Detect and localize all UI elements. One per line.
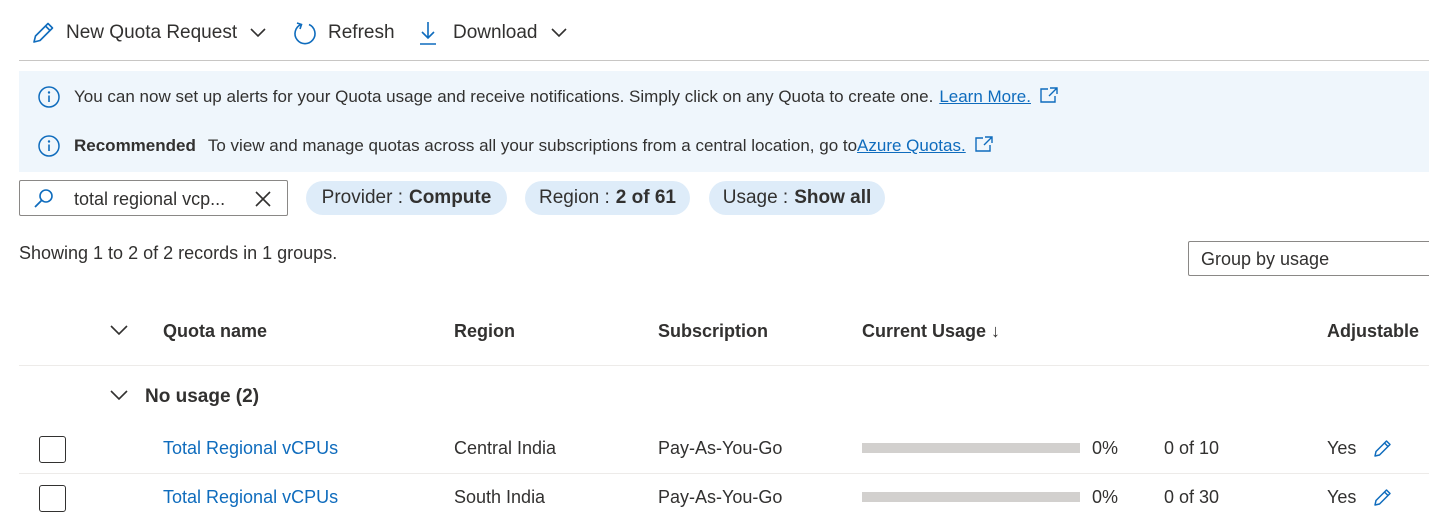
provider-filter-pill[interactable]: Provider : Compute bbox=[306, 181, 507, 215]
provider-filter-label: Provider : bbox=[321, 187, 403, 208]
quota-name-link[interactable]: Total Regional vCPUs bbox=[163, 438, 338, 459]
usage-count: 0 of 30 bbox=[1164, 487, 1220, 507]
alerts-message: You can now set up alerts for your Quota… bbox=[37, 85, 1059, 109]
download-icon bbox=[418, 20, 438, 46]
header-region[interactable]: Region bbox=[454, 321, 515, 342]
usage-filter-label: Usage : bbox=[722, 187, 789, 208]
usage-percent: 0% bbox=[1092, 487, 1119, 507]
command-bar: New Quota Request Refresh Download bbox=[19, 10, 1429, 61]
header-quota-name[interactable]: Quota name bbox=[163, 321, 267, 342]
region-filter-pill[interactable]: Region : 2 of 61 bbox=[525, 181, 690, 215]
info-icon bbox=[37, 85, 61, 109]
region-filter-label: Region : bbox=[539, 187, 610, 208]
subscription-cell: Pay-As-You-Go bbox=[658, 438, 783, 458]
download-button[interactable]: Download bbox=[418, 10, 568, 56]
group-by-dropdown[interactable]: Group by usage bbox=[1188, 241, 1429, 276]
chevron-down-icon[interactable] bbox=[109, 389, 129, 407]
table-header: Quota name Region Subscription Current U… bbox=[19, 300, 1429, 366]
refresh-button[interactable]: Refresh bbox=[292, 10, 395, 56]
info-banner: You can now set up alerts for your Quota… bbox=[19, 71, 1429, 172]
pencil-icon bbox=[30, 20, 56, 46]
chevron-down-icon bbox=[550, 27, 568, 39]
usage-bar bbox=[862, 492, 1080, 502]
recommended-label: Recommended bbox=[74, 136, 196, 155]
close-icon[interactable] bbox=[253, 189, 273, 214]
edit-pencil-icon[interactable] bbox=[1372, 437, 1394, 464]
row-checkbox[interactable] bbox=[39, 485, 66, 512]
header-current-usage[interactable]: Current Usage ↓ bbox=[862, 321, 1000, 342]
adjustable-cell: Yes bbox=[1327, 438, 1357, 458]
region-filter-value: 2 of 61 bbox=[615, 187, 676, 208]
row-checkbox[interactable] bbox=[39, 436, 66, 463]
search-icon bbox=[32, 188, 56, 215]
edit-pencil-icon[interactable] bbox=[1372, 486, 1394, 513]
chevron-down-icon bbox=[249, 27, 267, 39]
external-link-icon[interactable] bbox=[974, 135, 994, 158]
table-row[interactable]: Total Regional vCPUs Central India Pay-A… bbox=[19, 425, 1429, 474]
usage-percent: 0% bbox=[1092, 438, 1119, 458]
region-cell: South India bbox=[454, 487, 546, 507]
records-summary: Showing 1 to 2 of 2 records in 1 groups. bbox=[19, 243, 338, 263]
collapse-all-chevron-icon[interactable] bbox=[109, 324, 129, 342]
recommended-text: To view and manage quotas across all you… bbox=[207, 136, 858, 155]
adjustable-cell: Yes bbox=[1327, 487, 1357, 507]
info-icon bbox=[37, 134, 61, 158]
usage-count: 0 of 10 bbox=[1164, 438, 1220, 458]
header-adjustable[interactable]: Adjustable bbox=[1327, 321, 1419, 342]
usage-filter-pill[interactable]: Usage : Show all bbox=[709, 181, 885, 215]
download-label: Download bbox=[453, 22, 538, 43]
new-quota-request-button[interactable]: New Quota Request bbox=[30, 10, 267, 56]
quota-name-link[interactable]: Total Regional vCPUs bbox=[163, 487, 338, 508]
azure-quotas-link[interactable]: Azure Quotas. bbox=[857, 136, 966, 156]
table-row[interactable]: Total Regional vCPUs South India Pay-As-… bbox=[19, 474, 1429, 514]
search-box[interactable]: total regional vcp... bbox=[19, 180, 288, 216]
learn-more-link[interactable]: Learn More. bbox=[939, 87, 1031, 107]
usage-filter-value: Show all bbox=[794, 187, 872, 208]
group-title: No usage (2) bbox=[145, 386, 260, 407]
new-quota-request-label: New Quota Request bbox=[66, 22, 238, 43]
header-subscription[interactable]: Subscription bbox=[658, 321, 768, 342]
search-input[interactable]: total regional vcp... bbox=[74, 189, 225, 210]
recommended-message: Recommended To view and manage quotas ac… bbox=[37, 134, 994, 158]
subscription-cell: Pay-As-You-Go bbox=[658, 487, 783, 507]
external-link-icon[interactable] bbox=[1039, 86, 1059, 109]
provider-filter-value: Compute bbox=[408, 187, 492, 208]
region-cell: Central India bbox=[454, 438, 557, 458]
usage-bar bbox=[862, 443, 1080, 453]
alerts-text: You can now set up alerts for your Quota… bbox=[74, 87, 934, 106]
refresh-icon bbox=[292, 20, 318, 46]
group-header[interactable]: No usage (2) bbox=[19, 376, 1429, 420]
refresh-label: Refresh bbox=[328, 22, 395, 43]
